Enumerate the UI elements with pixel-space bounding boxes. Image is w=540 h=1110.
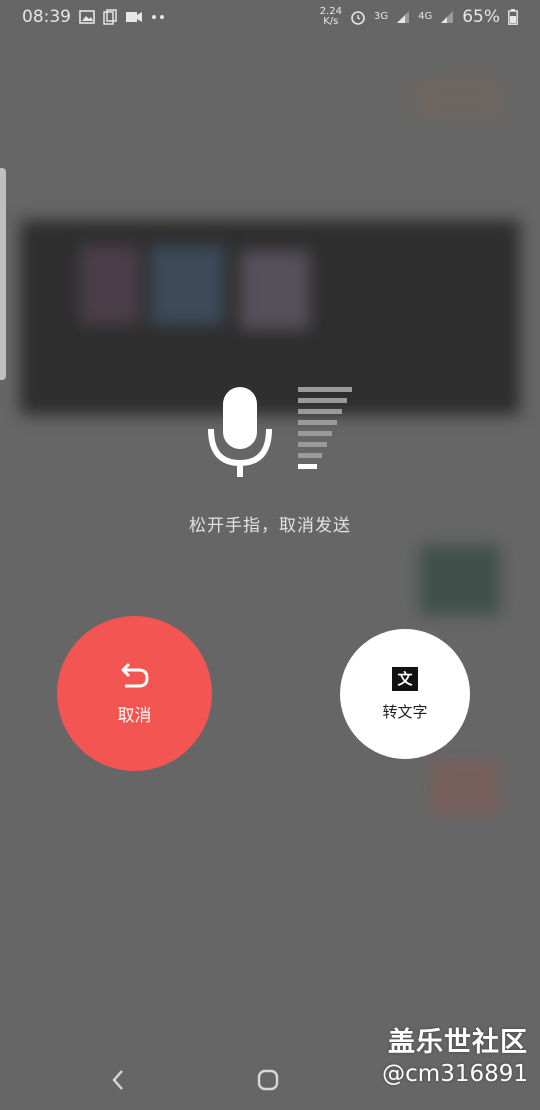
- text-glyph-icon: 文: [392, 666, 418, 691]
- level-bar: [298, 387, 352, 392]
- home-icon: [257, 1069, 279, 1091]
- microphone-icon: [208, 387, 272, 477]
- blurred-side-item-1: [415, 80, 505, 120]
- battery-percent: 65%: [462, 7, 500, 27]
- level-bar: [298, 420, 337, 425]
- level-bar: [298, 464, 317, 469]
- image-icon: [79, 10, 95, 24]
- navigation-bar: [0, 1050, 540, 1110]
- back-icon: [112, 1070, 123, 1090]
- cancel-label: 取消: [117, 706, 152, 726]
- blurred-thumbnail-3: [240, 250, 310, 330]
- network-4g: 4G: [418, 11, 433, 22]
- volume-level-meter: [298, 387, 358, 479]
- voice-recorder: [205, 385, 355, 480]
- battery-icon: [508, 9, 518, 25]
- edge-panel-handle[interactable]: [0, 168, 6, 380]
- level-bar: [298, 409, 342, 414]
- to-text-button[interactable]: 文 转文字: [340, 629, 470, 759]
- network-speed-unit: K/s: [323, 16, 339, 27]
- level-bar: [298, 453, 322, 458]
- signal-icon-2: [440, 10, 454, 24]
- level-bar: [298, 442, 327, 447]
- signal-icon: [396, 10, 410, 24]
- undo-arrow-icon: [121, 662, 149, 688]
- level-bar: [298, 431, 332, 436]
- status-time: 08:39: [22, 7, 71, 27]
- copy-icon: [103, 9, 117, 25]
- to-text-label: 转文字: [382, 702, 428, 721]
- network-speed: 2.24 K/s: [320, 7, 342, 27]
- blurred-side-item-2: [420, 545, 500, 615]
- blurred-thumbnail-2: [150, 245, 225, 325]
- cancel-button[interactable]: 取消: [57, 616, 212, 771]
- alarm-icon: [350, 9, 366, 25]
- more-dots-icon: [151, 14, 165, 20]
- level-bar: [298, 398, 347, 403]
- video-icon: [125, 11, 143, 23]
- release-hint: 松开手指，取消发送: [189, 516, 351, 536]
- status-left: 08:39: [22, 7, 165, 27]
- status-bar: 08:39 2.24 K/s 3G 4G 65%: [0, 0, 540, 34]
- home-button[interactable]: [252, 1064, 284, 1096]
- network-3g: 3G: [373, 11, 389, 22]
- blurred-side-item-3: [430, 760, 500, 815]
- back-button[interactable]: [102, 1064, 134, 1096]
- blurred-thumbnail-1: [80, 245, 140, 325]
- status-right: 2.24 K/s 3G 4G 65%: [320, 7, 518, 27]
